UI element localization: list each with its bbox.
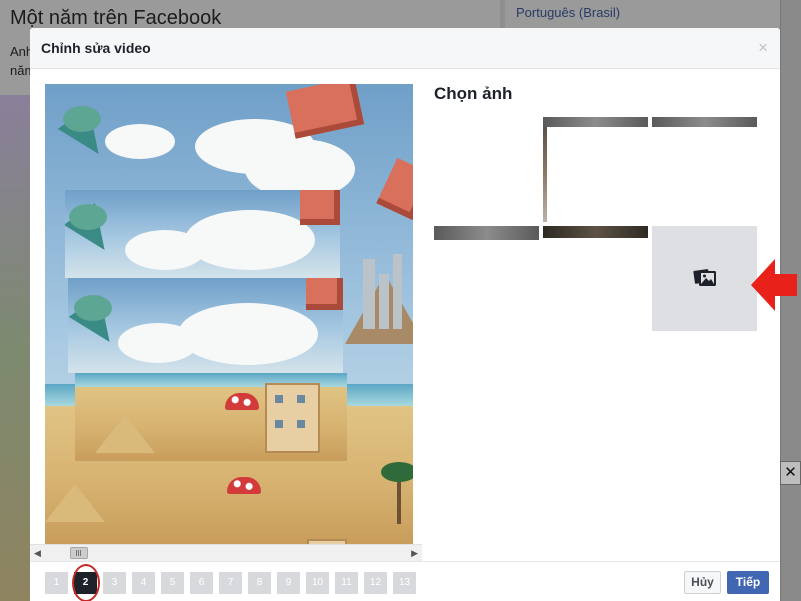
page-button-13[interactable]: 13 — [393, 572, 416, 594]
background-page-title: Một năm trên Facebook — [10, 7, 222, 29]
photo-upload-icon — [693, 269, 716, 286]
page-button-12[interactable]: 12 — [364, 572, 387, 594]
thumbnail-1[interactable] — [434, 117, 539, 222]
page-button-9[interactable]: 9 — [277, 572, 300, 594]
page-button-8[interactable]: 8 — [248, 572, 271, 594]
background-close-icon[interactable]: ✕ — [780, 461, 801, 485]
video-preview — [45, 84, 413, 544]
scroll-right-arrow-icon[interactable]: ▶ — [411, 548, 418, 559]
cancel-button[interactable]: Hủy — [684, 571, 721, 594]
scroll-thumb[interactable] — [70, 547, 88, 559]
dialog-header: Chỉnh sửa video × — [30, 28, 780, 69]
background-artwork — [0, 95, 30, 601]
scroll-left-arrow-icon[interactable]: ◀ — [34, 548, 41, 559]
dialog-footer: 1 2 3 4 5 6 7 8 9 10 11 12 13 Hủy Tiếp — [30, 561, 780, 601]
choose-photo-title: Chọn ảnh — [434, 84, 513, 103]
page-button-11[interactable]: 11 — [335, 572, 358, 594]
background-snippet: Anh năm — [10, 44, 32, 78]
dialog-close-icon[interactable]: × — [758, 38, 768, 58]
page-button-6[interactable]: 6 — [190, 572, 213, 594]
preview-frame-overlay-2 — [68, 278, 343, 373]
next-button[interactable]: Tiếp — [727, 571, 769, 594]
thumbnail-4[interactable] — [434, 226, 539, 331]
page-button-1[interactable]: 1 — [45, 572, 68, 594]
page-button-7[interactable]: 7 — [219, 572, 242, 594]
page-button-5[interactable]: 5 — [161, 572, 184, 594]
red-arrow-annotation-icon — [751, 259, 797, 311]
preview-frame-overlay-3 — [75, 373, 347, 461]
upload-photo-thumbnail[interactable] — [652, 226, 757, 331]
page-button-3[interactable]: 3 — [103, 572, 126, 594]
edit-video-dialog: Chỉnh sửa video × ◀ ▶ Chọn ảnh 1 2 3 4 5… — [30, 28, 780, 601]
thumbnail-2[interactable] — [543, 117, 648, 222]
page-button-10[interactable]: 10 — [306, 572, 329, 594]
preview-frame-overlay-1 — [65, 190, 340, 278]
page-button-4[interactable]: 4 — [132, 572, 155, 594]
thumbnail-5[interactable] — [543, 226, 648, 331]
thumbnail-3[interactable] — [652, 117, 757, 222]
dialog-title: Chỉnh sửa video — [41, 40, 151, 56]
page-button-2[interactable]: 2 — [74, 572, 97, 594]
preview-scrollbar[interactable]: ◀ ▶ — [30, 544, 422, 561]
language-link[interactable]: Português (Brasil) — [516, 5, 620, 20]
